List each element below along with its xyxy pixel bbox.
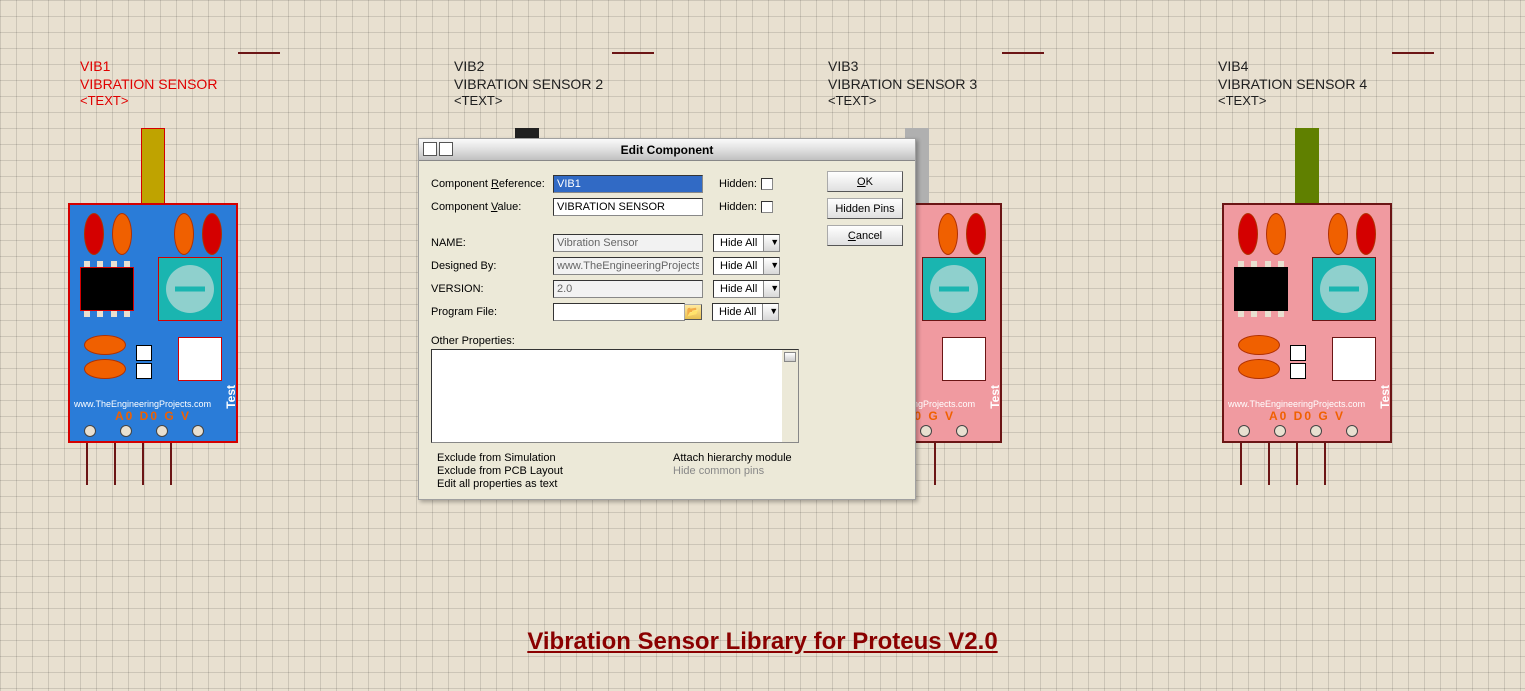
dialog-title: Edit Component [621,143,714,157]
version-visibility-combo[interactable]: Hide All▼ [713,280,780,298]
programfile-label: Program File: [431,306,553,318]
designedby-label: Designed By: [431,260,553,272]
component-label-vib2: VIB2 VIBRATION SENSOR 2 <TEXT> [454,58,603,109]
hidden-pins-button[interactable]: Hidden Pins [827,198,903,219]
pin-labels: A0 D0 G V [70,409,236,423]
hidden-checkbox[interactable] [761,178,773,190]
board-url-label: www.TheEngineeringProjects.com [1228,399,1365,409]
sensor-element-icon [141,128,165,208]
component-value-input[interactable] [553,198,703,216]
programfile-visibility-combo[interactable]: Hide All▼ [712,303,779,321]
pin-labels: A0 D0 G V [1224,409,1390,423]
component-value-label: Component Value: [431,201,553,213]
browse-icon[interactable]: 📂 [684,304,702,320]
test-pin-label: Test [988,385,1002,409]
name-input[interactable] [553,234,703,252]
other-properties-textarea[interactable] [431,349,799,443]
component-label-vib3: VIB3 VIBRATION SENSOR 3 <TEXT> [828,58,977,109]
sensor-element-icon [1295,128,1319,208]
programfile-input[interactable] [553,303,685,321]
page-title: Vibration Sensor Library for Proteus V2.… [0,628,1525,656]
hidden-label: Hidden: [719,201,757,213]
test-pin-label: Test [1378,385,1392,409]
version-label: VERSION: [431,283,553,295]
component-reference-input[interactable] [553,175,703,193]
scrollbar[interactable] [782,350,798,442]
designedby-visibility-combo[interactable]: Hide All▼ [713,257,780,275]
component-label-vib4: VIB4 VIBRATION SENSOR 4 <TEXT> [1218,58,1367,109]
designedby-input[interactable] [553,257,703,275]
board-url-label: www.TheEngineeringProjects.com [74,399,211,409]
version-input[interactable] [553,280,703,298]
sensor-board: Test www.TheEngineeringProjects.com A0 D… [1222,203,1392,443]
cancel-button[interactable]: Cancel [827,225,903,246]
test-pin-label: Test [224,385,238,409]
edit-component-dialog: Edit Component OK Hidden Pins Cancel Com… [418,138,916,500]
dialog-button-column: OK Hidden Pins Cancel [827,171,903,252]
hidden-checkbox[interactable] [761,201,773,213]
name-label: NAME: [431,237,553,249]
component-label-vib1: VIB1 VIBRATION SENSOR <TEXT> [80,58,217,109]
dialog-titlebar-icons [423,142,453,156]
component-reference-label: Component Reference: [431,178,553,190]
hidden-label: Hidden: [719,178,757,190]
other-properties-label: Other Properties: [431,335,903,347]
name-visibility-combo[interactable]: Hide All▼ [713,234,780,252]
sensor-board: Test www.TheEngineeringProjects.com A0 D… [68,203,238,443]
ok-button[interactable]: OK [827,171,903,192]
dialog-titlebar[interactable]: Edit Component [419,139,915,161]
